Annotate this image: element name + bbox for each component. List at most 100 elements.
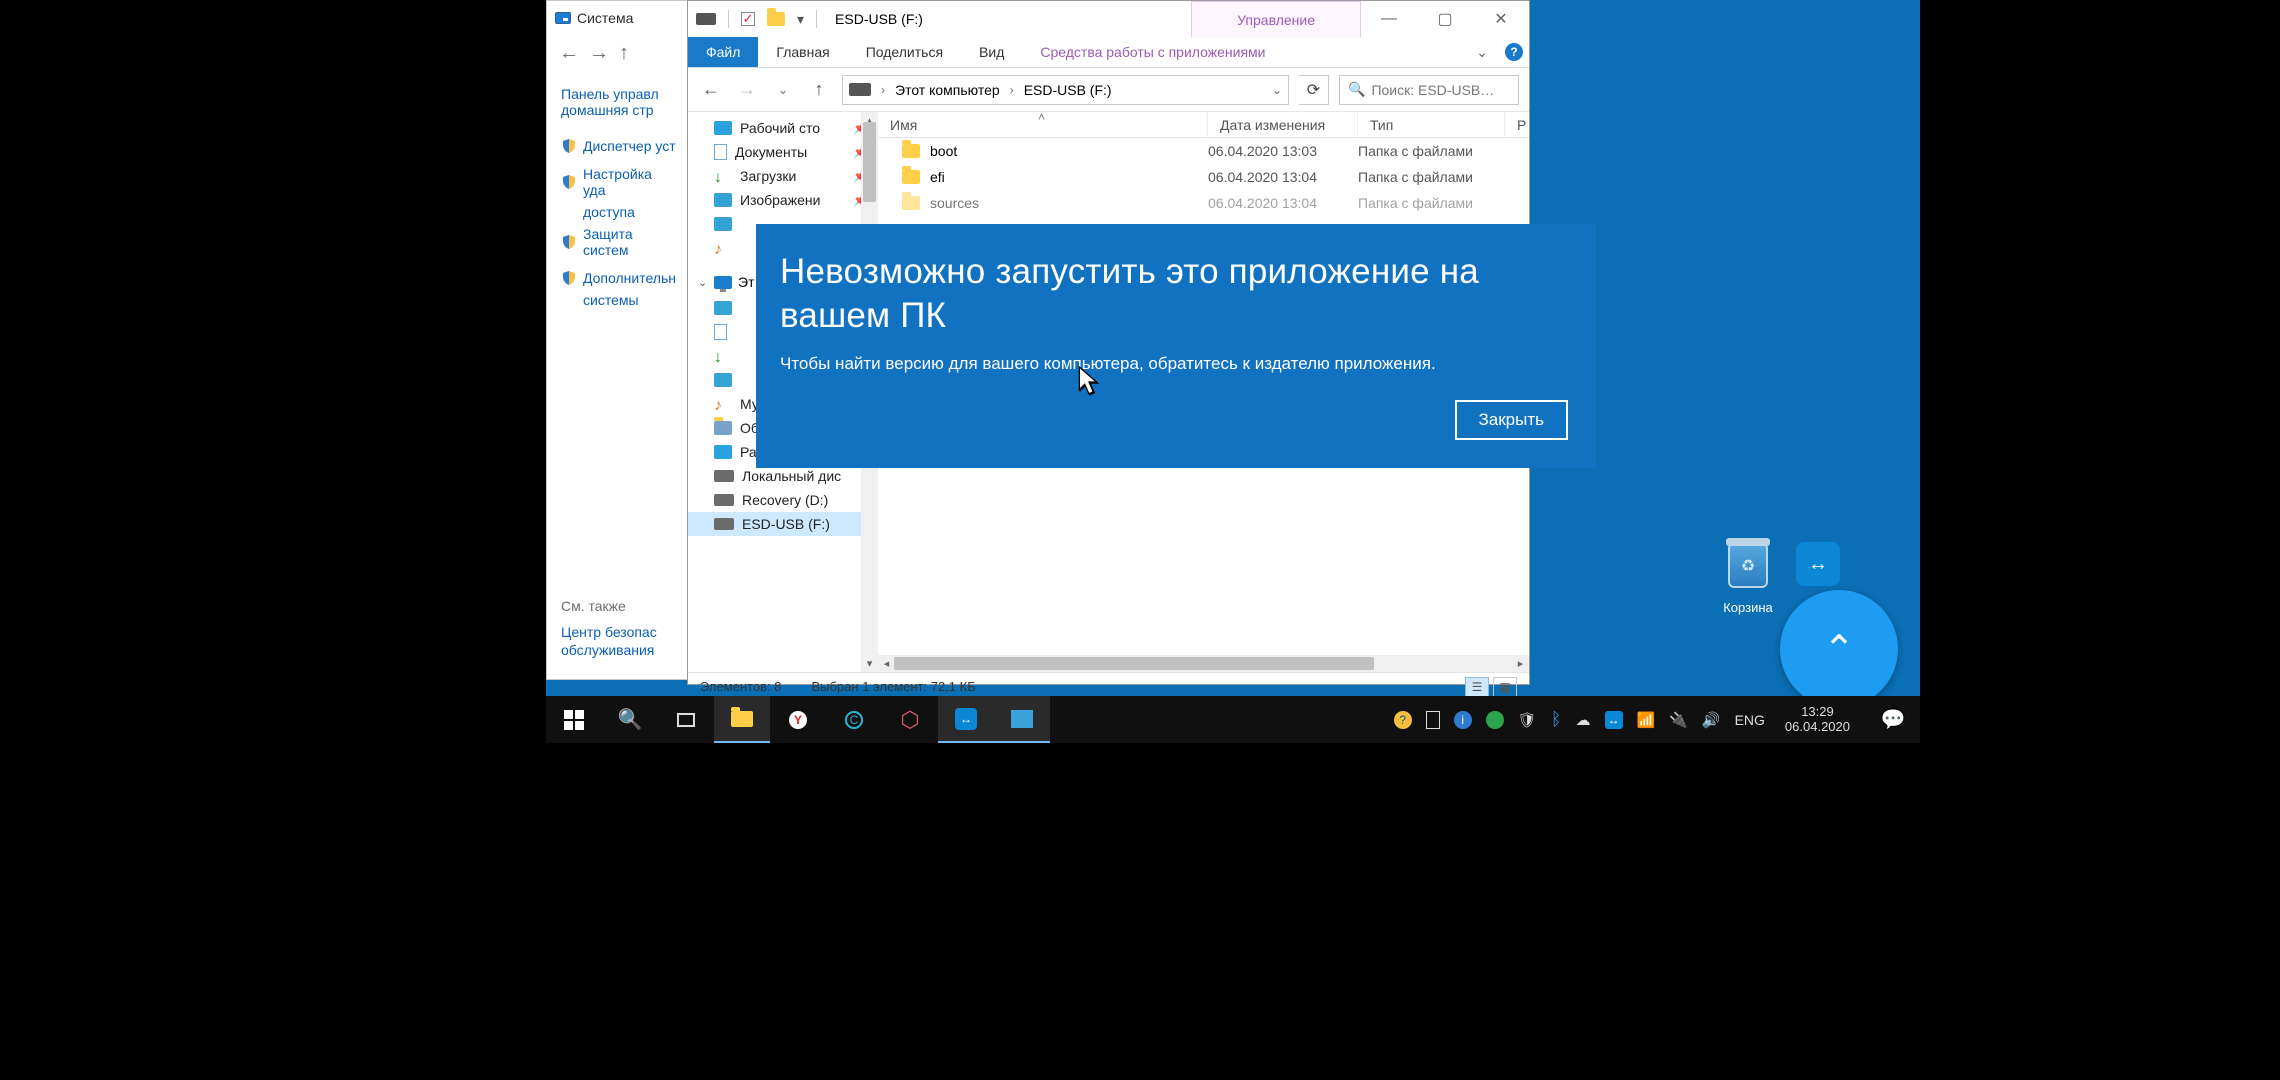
nav-back-button[interactable]: ← xyxy=(698,77,724,103)
search-button[interactable]: 🔍 xyxy=(602,696,658,743)
monitor-icon xyxy=(555,12,571,24)
chevron-right-icon[interactable]: › xyxy=(1008,83,1016,97)
start-button[interactable] xyxy=(546,696,602,743)
view-details-button[interactable]: ☰ xyxy=(1465,677,1489,697)
qat-newfolder-icon[interactable] xyxy=(767,12,785,26)
tab-home[interactable]: Главная xyxy=(758,37,847,67)
tray-onedrive-icon[interactable]: ☁ xyxy=(1576,711,1591,729)
advanced-system-link2[interactable]: системы xyxy=(561,292,676,308)
taskbar-app-blue[interactable] xyxy=(994,696,1050,743)
action-center-button[interactable]: 💬 xyxy=(1870,696,1916,743)
task-view-button[interactable] xyxy=(658,696,714,743)
error-title: Невозможно запустить это приложение на в… xyxy=(780,250,1572,338)
system-protection-link[interactable]: Защита систем xyxy=(561,220,676,264)
drive-icon xyxy=(696,13,716,25)
nav-recovery[interactable]: Recovery (D:) xyxy=(688,488,878,512)
col-type[interactable]: Тип xyxy=(1358,112,1505,137)
tab-share[interactable]: Поделиться xyxy=(848,37,961,67)
advanced-system-link[interactable]: Дополнительн xyxy=(561,264,676,292)
file-row[interactable]: sources 06.04.2020 13:04 Папка с файлами xyxy=(878,190,1529,216)
tray-help-icon[interactable]: ? xyxy=(1394,711,1412,729)
control-panel-home-link2[interactable]: домашняя стр xyxy=(561,102,676,118)
scroll-top-fab[interactable]: ⌃ xyxy=(1780,590,1898,708)
search-icon: 🔍 xyxy=(618,707,643,732)
taskbar-teamviewer[interactable]: ↔ xyxy=(938,696,994,743)
ribbon: Файл Главная Поделиться Вид Средства раб… xyxy=(688,37,1529,68)
taskbar-explorer[interactable] xyxy=(714,696,770,743)
teamviewer-shortcut[interactable]: ↔ xyxy=(1778,542,1858,586)
scroll-down-icon[interactable]: ▾ xyxy=(861,655,878,672)
explorer-titlebar[interactable]: ✓ ▾ ESD-USB (F:) Управление — ▢ ✕ xyxy=(688,1,1529,37)
tray-teamviewer-icon[interactable]: ↔ xyxy=(1605,711,1623,729)
nav-downloads[interactable]: Загрузки📌 xyxy=(688,164,878,188)
chevron-right-icon[interactable]: › xyxy=(879,83,887,97)
qat-properties-icon[interactable]: ✓ xyxy=(741,12,755,26)
folder-icon xyxy=(731,711,753,727)
taskbar: 🔍 Y C ⬡ ↔ ? i 🛡 ᛒ ☁ ↔ 📶 🔌 🔊 ENG 13:29 06… xyxy=(546,696,1920,743)
forward-icon[interactable]: → xyxy=(589,42,609,65)
view-icons-button[interactable]: ▦ xyxy=(1493,677,1517,697)
taskbar-app-hex[interactable]: ⬡ xyxy=(882,696,938,743)
tab-view[interactable]: Вид xyxy=(961,37,1022,67)
qat-dropdown-icon[interactable]: ▾ xyxy=(797,11,804,28)
nav-esd-usb[interactable]: ESD-USB (F:) xyxy=(688,512,878,536)
nav-desktop-quick[interactable]: Рабочий сто📌 xyxy=(688,116,878,140)
close-button[interactable]: ✕ xyxy=(1473,1,1529,37)
list-h-scrollbar[interactable]: ◂ ▸ xyxy=(878,655,1529,672)
drive-icon xyxy=(849,83,871,96)
tab-app-tools[interactable]: Средства работы с приложениями xyxy=(1022,37,1283,67)
tray-language[interactable]: ENG xyxy=(1735,712,1765,728)
teamviewer-icon: ↔ xyxy=(955,708,977,730)
tray-defender-icon[interactable]: 🛡 xyxy=(1518,711,1537,729)
taskbar-yandex[interactable]: Y xyxy=(770,696,826,743)
col-size[interactable]: Р xyxy=(1505,112,1529,137)
breadcrumb[interactable]: › Этот компьютер › ESD-USB (F:) ⌄ xyxy=(842,75,1289,105)
scroll-thumb[interactable] xyxy=(894,657,1374,670)
sort-asc-icon[interactable]: ˄ xyxy=(1038,110,1045,124)
nav-history-button[interactable]: ⌄ xyxy=(770,77,796,103)
remote-settings-link2[interactable]: доступа xyxy=(561,204,676,220)
up-icon[interactable]: ↑ xyxy=(619,42,629,65)
scroll-left-icon[interactable]: ◂ xyxy=(878,655,895,672)
tray-power-icon[interactable]: 🔌 xyxy=(1669,711,1688,729)
tray-clock[interactable]: 13:29 06.04.2020 xyxy=(1779,705,1856,735)
nav-pictures[interactable]: Изображени📌 xyxy=(688,188,878,212)
tray-info-icon[interactable]: i xyxy=(1454,711,1472,729)
refresh-button[interactable]: ⟳ xyxy=(1299,75,1329,105)
col-modified[interactable]: Дата изменения xyxy=(1208,112,1358,137)
file-row[interactable]: efi 06.04.2020 13:04 Папка с файлами xyxy=(878,164,1529,190)
address-bar-row: ← → ⌄ ↑ › Этот компьютер › ESD-USB (F:) … xyxy=(688,68,1529,112)
control-panel-home-link[interactable]: Панель управл xyxy=(561,80,676,102)
back-icon[interactable]: ← xyxy=(559,42,579,65)
scroll-thumb[interactable] xyxy=(863,122,876,202)
remote-settings-link[interactable]: Настройка уда xyxy=(561,160,676,204)
nav-documents[interactable]: Документы📌 xyxy=(688,140,878,164)
tray-wifi-icon[interactable]: 📶 xyxy=(1637,711,1656,729)
maximize-button[interactable]: ▢ xyxy=(1417,1,1473,37)
breadcrumb-root[interactable]: Этот компьютер xyxy=(895,82,1000,98)
scroll-right-icon[interactable]: ▸ xyxy=(1512,655,1529,672)
expand-ribbon-icon[interactable]: ⌄ xyxy=(1465,37,1499,67)
file-row[interactable]: boot 06.04.2020 13:03 Папка с файлами xyxy=(878,138,1529,164)
recycle-bin[interactable]: Корзина xyxy=(1708,540,1788,615)
desktop-icon xyxy=(714,121,732,135)
nav-up-button[interactable]: ↑ xyxy=(806,77,832,103)
minimize-button[interactable]: — xyxy=(1361,1,1417,37)
security-center-link[interactable]: Центр безопас обслуживания xyxy=(561,614,686,659)
tray-bluetooth-icon[interactable]: ᛒ xyxy=(1551,709,1562,730)
search-input[interactable]: 🔍 Поиск: ESD-USB… xyxy=(1339,75,1519,105)
tab-file[interactable]: Файл xyxy=(688,37,758,67)
context-tab-header: Управление xyxy=(1191,1,1361,37)
tray-volume-icon[interactable]: 🔊 xyxy=(1702,711,1721,729)
device-manager-link[interactable]: Диспетчер уст xyxy=(561,132,676,160)
system-titlebar[interactable]: Система xyxy=(547,1,690,34)
taskbar-app-c[interactable]: C xyxy=(826,696,882,743)
tray-battery-icon[interactable] xyxy=(1426,711,1440,729)
tray-green-icon[interactable] xyxy=(1486,711,1504,729)
hdd-icon xyxy=(714,470,734,482)
breadcrumb-dropdown-icon[interactable]: ⌄ xyxy=(1272,83,1282,97)
breadcrumb-leaf[interactable]: ESD-USB (F:) xyxy=(1024,82,1112,98)
close-button[interactable]: Закрыть xyxy=(1455,400,1568,440)
nav-forward-button[interactable]: → xyxy=(734,77,760,103)
help-button[interactable]: ? xyxy=(1499,37,1529,67)
